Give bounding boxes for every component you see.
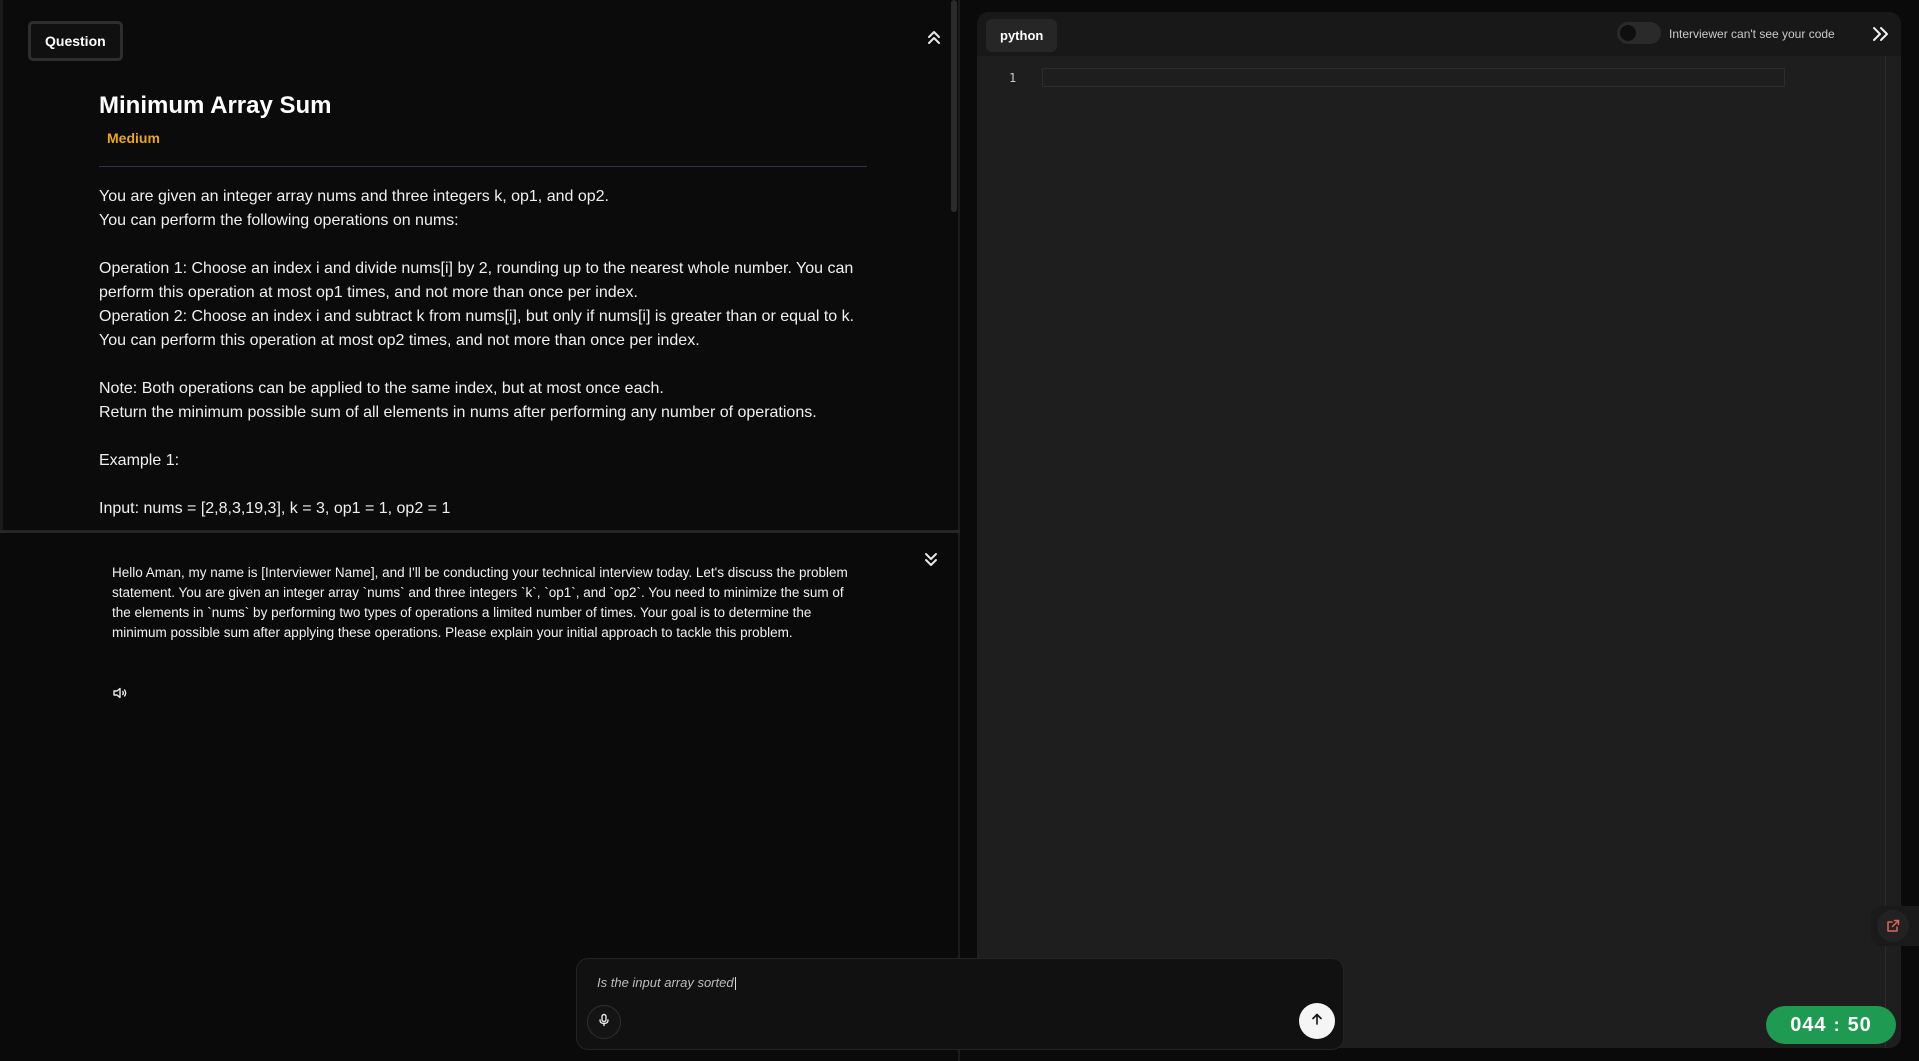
popout-button[interactable] bbox=[1871, 906, 1919, 946]
chat-input[interactable]: Is the input array sorted bbox=[597, 975, 736, 991]
tab-question[interactable]: Question bbox=[28, 21, 123, 61]
send-button[interactable] bbox=[1299, 1003, 1335, 1039]
mic-button[interactable] bbox=[587, 1005, 621, 1039]
question-scrollbar[interactable] bbox=[951, 0, 957, 212]
timer-minutes: 044 bbox=[1790, 1013, 1827, 1036]
timer-seconds: 50 bbox=[1847, 1013, 1872, 1036]
microphone-icon bbox=[597, 1013, 611, 1032]
code-editor: python Interviewer can't see your code 1 bbox=[977, 12, 1901, 1048]
speaker-icon[interactable] bbox=[112, 685, 128, 701]
interviewer-message: Hello Aman, my name is [Interviewer Name… bbox=[112, 565, 848, 640]
problem-description: You are given an integer array nums and … bbox=[99, 188, 855, 517]
question-content: Minimum Array Sum Medium You are given a… bbox=[99, 92, 867, 521]
chevrons-up-icon[interactable] bbox=[925, 26, 943, 48]
interview-timer: 044:50 bbox=[1766, 1006, 1896, 1044]
difficulty-badge: Medium bbox=[107, 130, 160, 146]
toggle-knob bbox=[1620, 25, 1636, 41]
language-selector[interactable]: python bbox=[986, 19, 1058, 52]
arrow-up-icon bbox=[1310, 1012, 1324, 1031]
question-panel: Question Minimum Array Sum Medium You ar… bbox=[0, 0, 958, 530]
code-input-line[interactable] bbox=[1042, 68, 1785, 87]
chevrons-down-icon[interactable] bbox=[922, 549, 940, 571]
chevrons-right-icon[interactable] bbox=[1870, 24, 1890, 44]
chat-input-value: Is the input array sorted bbox=[597, 975, 734, 990]
timer-colon: : bbox=[1833, 1014, 1841, 1035]
chat-input-box[interactable]: Is the input array sorted bbox=[576, 958, 1344, 1050]
editor-scrollbar[interactable] bbox=[1885, 56, 1886, 1048]
editor-header: python Interviewer can't see your code bbox=[977, 12, 1901, 56]
title-divider bbox=[99, 166, 867, 167]
problem-title: Minimum Array Sum bbox=[99, 92, 332, 119]
line-number: 1 bbox=[1009, 71, 1017, 85]
code-visibility-toggle[interactable] bbox=[1617, 22, 1661, 44]
external-link-icon bbox=[1877, 910, 1909, 942]
left-panel: Question Minimum Array Sum Medium You ar… bbox=[0, 0, 960, 1061]
code-visibility-label: Interviewer can't see your code bbox=[1669, 27, 1835, 41]
text-caret bbox=[734, 977, 736, 991]
